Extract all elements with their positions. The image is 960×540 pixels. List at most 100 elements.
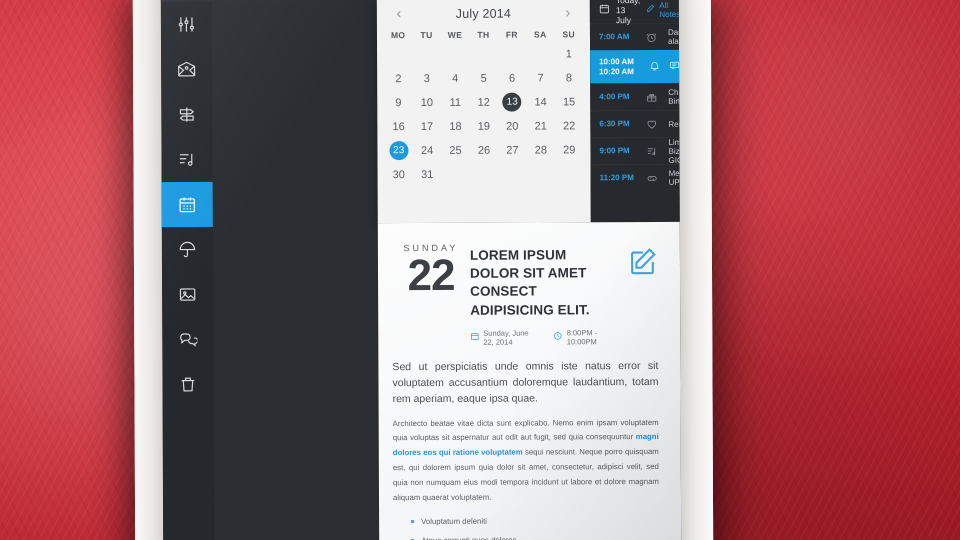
agenda-header: Today, 13 July All Notes: [590, 0, 680, 25]
article-meta-time: 8:00PM - 10:00PM: [554, 328, 613, 346]
sidebar-item-settings[interactable]: [161, 2, 212, 47]
calendar-header: ‹ July 2014 ›: [377, 0, 590, 27]
comment-icon[interactable]: [669, 58, 680, 76]
calendar-grid: 1 2 3 4 5 6 7 8 9 10 11 12 13 14 15 16 17 18 19 20 21 22 23 24 2…: [377, 39, 591, 186]
calendar-day-cell[interactable]: 1: [555, 42, 584, 65]
calendar-day-cell[interactable]: 22: [555, 114, 584, 137]
agenda-panel: Today, 13 July All Notes 7:00 AM Daily al…: [589, 0, 680, 223]
agenda-event-time: 7:00 AM: [598, 32, 630, 42]
calendar-day-cell[interactable]: 15: [555, 90, 584, 113]
calendar-day-cell[interactable]: 23: [384, 139, 413, 162]
calendar-day-cell[interactable]: 4: [441, 67, 470, 90]
calendar-next-button[interactable]: ›: [560, 4, 576, 21]
calendar-day-cell[interactable]: 5: [469, 67, 498, 90]
calendar-day-cell[interactable]: 29: [555, 138, 584, 161]
calendar-day-cell[interactable]: 13: [498, 91, 527, 114]
agenda-event-row[interactable]: 7:00 AMDaily alarm›: [590, 23, 680, 50]
calendar-day-cell[interactable]: 16: [384, 115, 413, 138]
calendar-day-number: 21: [534, 119, 547, 133]
trash-icon: [181, 377, 195, 392]
article-day-number: 22: [407, 250, 455, 301]
sidebar-item-messages[interactable]: [162, 317, 213, 362]
agenda-event-row[interactable]: 10:00 AM10:20 AMCoffee Break: [590, 49, 680, 84]
article-edit-button[interactable]: [612, 242, 658, 346]
calendar-prev-button[interactable]: ‹: [391, 5, 407, 22]
calendar-day-cell[interactable]: 19: [470, 115, 499, 138]
article-body: Sed ut perspiciatis unde omnis iste natu…: [378, 346, 681, 540]
calendar-day-number: 8: [565, 71, 573, 84]
calendar-day-cell[interactable]: 21: [526, 114, 555, 137]
calendar-day-cell[interactable]: 18: [441, 115, 470, 138]
umbrella-icon: [179, 241, 196, 258]
calendar-day-cell[interactable]: 30: [385, 163, 414, 186]
calendar-day-cell[interactable]: 11: [441, 91, 470, 114]
agenda-event-actions: [649, 58, 680, 76]
article-paragraph: Architecto beatae vitae dicta sunt expli…: [393, 416, 659, 506]
edit-square-icon: [631, 248, 656, 275]
calendar-day-number: 6: [508, 72, 516, 85]
calendar-day-number: 15: [562, 95, 576, 108]
agenda-event-label: Daily alarm: [667, 27, 680, 46]
article-date-block: SUNDAY 22: [392, 243, 470, 347]
sidebar-item-trash[interactable]: [162, 362, 213, 407]
agenda-event-row[interactable]: 6:30 PMRendezvous›: [590, 110, 679, 137]
agenda-event-row[interactable]: 4:00 PMCharlotte's Birthday›: [590, 83, 680, 110]
calendar-day-header: TH: [477, 29, 490, 40]
calendar-day-header: FR: [505, 29, 518, 40]
calendar-icon: [470, 332, 479, 343]
agenda-event-label: Rendezvous: [668, 119, 680, 129]
calendar-day-cell[interactable]: 10: [413, 91, 442, 114]
calendar-day-cell[interactable]: 2: [384, 67, 413, 90]
article-lead-paragraph: Sed ut perspiciatis unde omnis iste natu…: [392, 359, 659, 406]
calendar-day-cell[interactable]: 25: [441, 139, 470, 162]
agenda-event-row[interactable]: 9:00 PMLimp Bizkit GIG›: [590, 137, 679, 164]
agenda-event-time: 9:00 PM: [599, 146, 630, 156]
sidebar-rail: [160, 1, 215, 540]
calendar-day-cell[interactable]: 28: [527, 138, 556, 161]
calendar-day-cell[interactable]: 31: [413, 163, 442, 186]
calendar-day-cell[interactable]: 9: [384, 91, 413, 114]
agenda-event-label: Meet-UP: [668, 168, 680, 187]
agenda-event-row[interactable]: 11:20 PMMeet-UP›: [591, 164, 680, 191]
calendar-day-cell[interactable]: 17: [413, 115, 442, 138]
sidebar-item-calendar[interactable]: [161, 181, 213, 228]
calendar-icon: [179, 197, 195, 213]
calendar-day-cell[interactable]: 26: [470, 139, 499, 162]
article-panel: SUNDAY 22 LOREM IPSUM DOLOR SIT AMET CON…: [377, 221, 682, 540]
heart-icon: [647, 120, 657, 129]
article-paragraph-before-link: Architecto beatae vitae dicta sunt expli…: [392, 417, 659, 443]
all-notes-button[interactable]: All Notes: [646, 0, 680, 18]
calendar-day-cell[interactable]: 27: [498, 139, 527, 162]
sidebar-item-weather[interactable]: [162, 227, 213, 272]
calendar-card: ‹ July 2014 › MO TU WE TH FR SA SU 1 2 3 4 5 6 7 8 9 10…: [376, 0, 591, 224]
calendar-day-cell[interactable]: 3: [413, 67, 442, 90]
article-title-block: LOREM IPSUM DOLOR SIT AMET CONSECT ADIPI…: [470, 242, 612, 346]
calendar-day-number: 2: [395, 72, 402, 85]
sidebar-item-signpost[interactable]: [161, 92, 212, 137]
calendar-day-cell[interactable]: 6: [498, 67, 527, 90]
calendar-day-headers: MO TU WE TH FR SA SU: [377, 26, 590, 40]
gift-icon: [647, 93, 657, 102]
calendar-day-cell[interactable]: 12: [469, 91, 498, 114]
calendar-day-cell[interactable]: 14: [526, 90, 555, 113]
agenda-event-time: 4:00 PM: [599, 92, 630, 102]
calendar-day-number: 11: [449, 96, 462, 109]
gift-icon: [646, 91, 668, 102]
calendar-day-cell[interactable]: 24: [413, 139, 442, 162]
calendar-day-cell[interactable]: 20: [498, 115, 527, 138]
sidebar-item-mail[interactable]: [161, 47, 212, 92]
calendar-day-number: 4: [452, 72, 459, 85]
sidebar-item-music[interactable]: [161, 137, 212, 182]
alarm-clock-icon: [646, 33, 657, 42]
calendar-day-number: 23: [389, 141, 409, 161]
sidebar-item-gallery[interactable]: [162, 272, 213, 317]
agenda-event-time-range: 10:00 AM 10:20 AM: [599, 57, 646, 77]
calendar-day-cell[interactable]: 8: [555, 66, 584, 89]
article-meta-date: Sunday, June 22, 2014: [470, 328, 540, 347]
agenda-title: Today, 13 July: [615, 0, 640, 25]
bell-icon: [650, 61, 659, 71]
calendar-day-number: 28: [534, 143, 547, 157]
calendar-day-cell[interactable]: 7: [526, 66, 555, 89]
bell-icon[interactable]: [649, 58, 660, 76]
link-icon: [647, 172, 669, 183]
